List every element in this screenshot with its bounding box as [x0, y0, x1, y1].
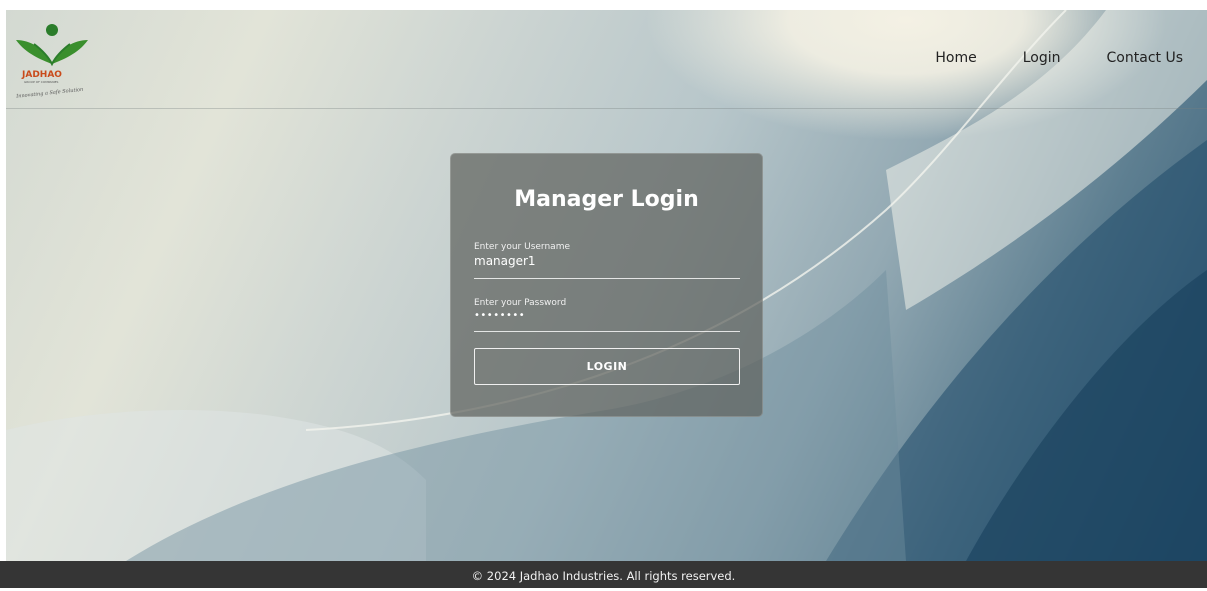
login-title: Manager Login	[514, 187, 699, 212]
login-card: Manager Login Enter your Username Enter …	[450, 153, 763, 417]
site-footer: © 2024 Jadhao Industries. All rights res…	[0, 561, 1207, 588]
login-button[interactable]: LOGIN	[474, 348, 740, 385]
footer-copyright: © 2024 Jadhao Industries. All rights res…	[471, 569, 736, 583]
page-background: JADHAO GROUP OF COMPANIES Innovating a S…	[6, 10, 1207, 561]
username-underline	[474, 278, 740, 279]
username-label: Enter your Username	[474, 242, 570, 252]
password-underline	[474, 331, 740, 332]
logo-text: JADHAO	[21, 70, 62, 80]
username-input[interactable]	[474, 254, 740, 268]
main-nav: Home Login Contact Us	[935, 50, 1183, 66]
nav-login-link[interactable]: Login	[1023, 50, 1061, 66]
logo-subtext: GROUP OF COMPANIES	[24, 80, 59, 84]
nav-home-link[interactable]: Home	[935, 50, 976, 66]
site-header: JADHAO GROUP OF COMPANIES Innovating a S…	[6, 10, 1207, 109]
password-field: Enter your Password	[474, 298, 740, 332]
username-field: Enter your Username	[474, 242, 740, 279]
company-logo[interactable]: JADHAO GROUP OF COMPANIES Innovating a S…	[12, 20, 92, 98]
nav-contact-link[interactable]: Contact Us	[1107, 50, 1183, 66]
password-input[interactable]	[474, 310, 740, 321]
logo-tagline: Innovating a Safe Solution	[15, 87, 84, 98]
password-label: Enter your Password	[474, 298, 567, 308]
